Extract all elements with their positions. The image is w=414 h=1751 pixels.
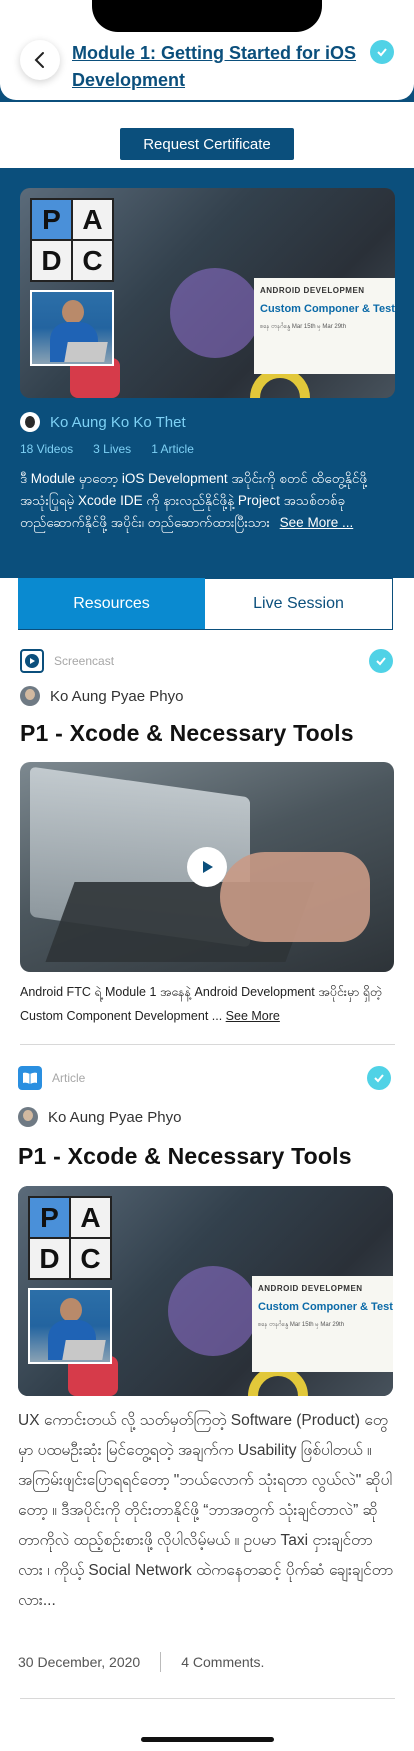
- padc-logo: P A D C: [28, 1196, 112, 1280]
- divider: [20, 1044, 395, 1045]
- module-title[interactable]: Module 1: Getting Started for iOS Develo…: [72, 40, 362, 94]
- avatar: [18, 1107, 38, 1127]
- videos-count: 18 Videos: [20, 442, 74, 456]
- course-banner: ANDROID DEVELOPMEN Custom Componer & Tes…: [254, 278, 395, 374]
- see-more-link[interactable]: See More: [226, 1009, 280, 1023]
- instructor-photo: [30, 290, 114, 366]
- check-circle-icon: [367, 1066, 391, 1090]
- module-description: ဒီ Module မှာတော့ iOS Development အပိုင်…: [20, 471, 368, 530]
- back-button[interactable]: [20, 40, 60, 80]
- device-notch: [92, 0, 322, 32]
- resource-title[interactable]: P1 - Xcode & Necessary Tools: [18, 1143, 393, 1170]
- author-name: Ko Aung Pyae Phyo: [50, 687, 184, 705]
- tab-resources[interactable]: Resources: [18, 578, 205, 629]
- see-more-link[interactable]: See More ...: [280, 515, 354, 530]
- article-cover-image[interactable]: P A D C ANDROID DEVELOPMEN Custom Compon…: [18, 1186, 393, 1396]
- resource-type-label: Screencast: [54, 654, 115, 668]
- video-description: Android FTC ရဲ့ Module 1 အနေနဲ့ Android …: [20, 985, 383, 1023]
- check-circle-icon: [369, 649, 393, 673]
- meta-separator: [160, 1652, 162, 1672]
- module-cover-image: P A D C ANDROID DEVELOPMEN Custom Compon…: [20, 188, 395, 398]
- comments-count[interactable]: 4 Comments.: [181, 1654, 264, 1670]
- video-thumbnail[interactable]: [20, 762, 394, 972]
- padc-logo: P A D C: [30, 198, 114, 282]
- resource-type-label: Article: [52, 1071, 86, 1085]
- instructor-photo: [28, 1288, 112, 1364]
- module-stats: 18 Videos 3 Lives 1 Article: [20, 442, 194, 456]
- divider: [20, 1698, 395, 1699]
- lives-count: 3 Lives: [93, 442, 132, 456]
- article-excerpt: UX ကောင်းတယ် လို့ သတ်မှတ်ကြတဲ့ Software …: [18, 1412, 394, 1609]
- resource-item-screencast[interactable]: Screencast Ko Aung Pyae Phyo P1 - Xcode …: [20, 648, 395, 747]
- course-banner: ANDROID DEVELOPMEN Custom Componer & Tes…: [252, 1276, 393, 1372]
- articles-count: 1 Article: [151, 442, 194, 456]
- hero-author: Ko Aung Ko Ko Thet: [20, 412, 186, 432]
- book-icon: [18, 1066, 42, 1090]
- chevron-left-icon: [34, 52, 44, 68]
- certificate-section: Request Certificate: [0, 102, 414, 168]
- resource-title[interactable]: P1 - Xcode & Necessary Tools: [20, 720, 395, 747]
- resource-item-article[interactable]: Article Ko Aung Pyae Phyo P1 - Xcode & N…: [18, 1065, 393, 1170]
- article-meta: 30 December, 2020 4 Comments.: [18, 1652, 264, 1672]
- resource-tabs: Resources Live Session: [18, 578, 393, 630]
- avatar: [20, 686, 40, 706]
- tab-live-session[interactable]: Live Session: [205, 578, 393, 629]
- check-circle-icon: [370, 40, 394, 64]
- home-indicator[interactable]: [141, 1737, 274, 1742]
- author-name[interactable]: Ko Aung Ko Ko Thet: [50, 414, 186, 431]
- author-name: Ko Aung Pyae Phyo: [48, 1108, 182, 1126]
- module-hero: P A D C ANDROID DEVELOPMEN Custom Compon…: [0, 168, 414, 578]
- play-icon[interactable]: [187, 847, 227, 887]
- play-square-icon: [20, 649, 44, 673]
- avatar: [20, 412, 40, 432]
- article-date: 30 December, 2020: [18, 1654, 141, 1670]
- request-certificate-button[interactable]: Request Certificate: [120, 128, 294, 160]
